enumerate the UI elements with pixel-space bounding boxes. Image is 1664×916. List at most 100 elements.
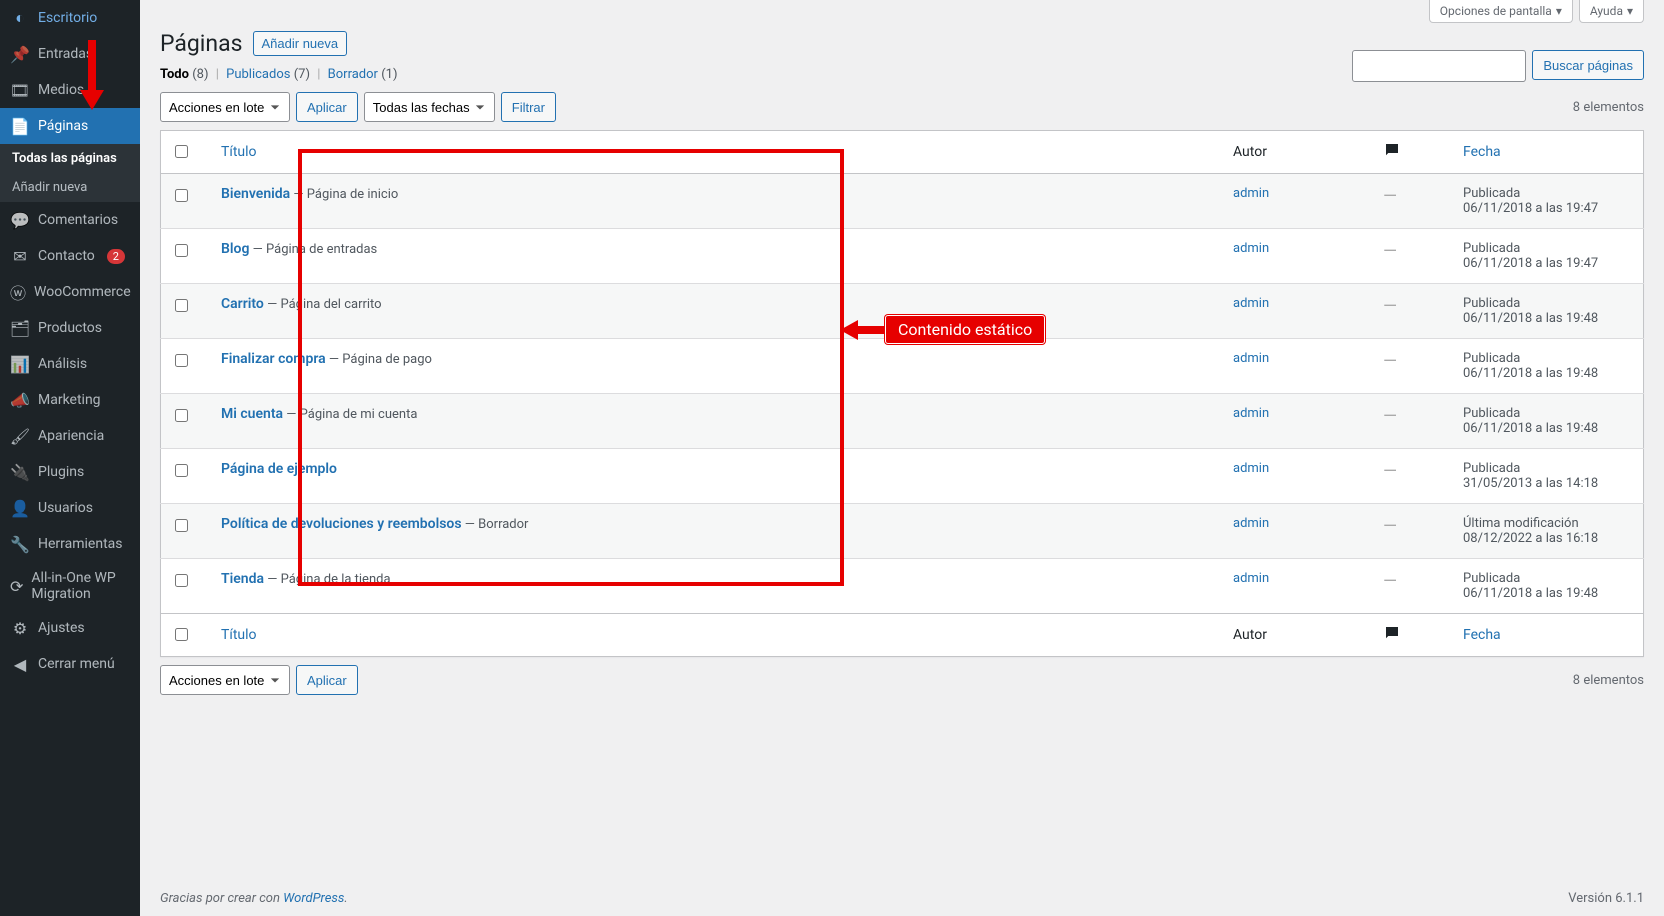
submenu-item[interactable]: Todas las páginas	[0, 144, 140, 173]
col-title[interactable]: Título	[211, 131, 1223, 174]
sidebar-item-dashboard[interactable]: ◐Escritorio	[0, 0, 140, 36]
sidebar-item-appearance[interactable]: 🖌Apariencia	[0, 418, 140, 454]
submenu-item[interactable]: Añadir nueva	[0, 173, 140, 202]
page-title-link[interactable]: Tienda	[221, 571, 264, 587]
col-date[interactable]: Fecha	[1453, 131, 1644, 174]
row-checkbox[interactable]	[175, 354, 188, 367]
comment-icon	[1383, 141, 1401, 159]
sidebar-item-collapse[interactable]: ◀Cerrar menú	[0, 646, 140, 682]
sidebar-item-label: Escritorio	[38, 10, 97, 26]
sidebar-item-label: Apariencia	[38, 428, 104, 444]
table-row: Política de devoluciones y reembolsos — …	[161, 504, 1644, 559]
table-row: Bienvenida — Página de inicio admin — Pu…	[161, 174, 1644, 229]
sidebar-item-mail[interactable]: ✉Contacto2	[0, 238, 140, 274]
filter-button[interactable]: Filtrar	[501, 92, 556, 122]
sidebar-item-megaphone[interactable]: 📣Marketing	[0, 382, 140, 418]
page-title-link[interactable]: Mi cuenta	[221, 406, 283, 422]
sidebar-item-woo[interactable]: ⓦWooCommerce	[0, 274, 140, 310]
author-link[interactable]: admin	[1233, 461, 1269, 476]
col-author[interactable]: Autor	[1223, 131, 1373, 174]
table-row: Mi cuenta — Página de mi cuenta admin — …	[161, 394, 1644, 449]
col-comments[interactable]	[1373, 131, 1453, 174]
page-title-link[interactable]: Página de ejemplo	[221, 461, 337, 477]
row-checkbox[interactable]	[175, 519, 188, 532]
sidebar-item-settings[interactable]: ⚙Ajustes	[0, 610, 140, 646]
search-button[interactable]: Buscar páginas	[1532, 50, 1644, 80]
author-link[interactable]: admin	[1233, 571, 1269, 586]
sidebar-item-label: Usuarios	[38, 500, 93, 516]
apply-button[interactable]: Aplicar	[296, 92, 358, 122]
author-link[interactable]: admin	[1233, 516, 1269, 531]
migration-icon: ⟳	[10, 576, 23, 596]
row-status: Publicada	[1463, 241, 1520, 256]
date-filter-select[interactable]: Todas las fechas	[364, 92, 495, 122]
page-title-link[interactable]: Bienvenida	[221, 186, 290, 202]
sidebar-item-label: Herramientas	[38, 536, 123, 552]
sidebar-item-label: All-in-One WP Migration	[31, 570, 130, 602]
row-status: Publicada	[1463, 406, 1520, 421]
plugins-icon: 🔌	[10, 462, 30, 482]
author-link[interactable]: admin	[1233, 406, 1269, 421]
col-date[interactable]: Fecha	[1453, 614, 1644, 657]
row-checkbox[interactable]	[175, 574, 188, 587]
sidebar-item-tools[interactable]: 🔧Herramientas	[0, 526, 140, 562]
row-status: Publicada	[1463, 186, 1520, 201]
collapse-icon: ◀	[10, 654, 30, 674]
no-comments: —	[1383, 296, 1397, 317]
search-input[interactable]	[1352, 50, 1526, 82]
row-date: 06/11/2018 a las 19:48	[1463, 366, 1598, 381]
page-state: — Página de mi cuenta	[283, 407, 417, 422]
woo-icon: ⓦ	[10, 282, 26, 302]
sidebar-item-media[interactable]: 🎞Medios	[0, 72, 140, 108]
caret-down-icon: ▾	[1627, 4, 1633, 18]
table-row: Tienda — Página de la tienda admin — Pub…	[161, 559, 1644, 614]
page-state: — Página del carrito	[264, 297, 382, 312]
help-button[interactable]: Ayuda ▾	[1579, 0, 1644, 23]
add-new-button[interactable]: Añadir nueva	[253, 31, 348, 56]
sidebar-item-users[interactable]: 👤Usuarios	[0, 490, 140, 526]
no-comments: —	[1383, 241, 1397, 262]
row-checkbox[interactable]	[175, 464, 188, 477]
bulk-actions-select-bottom[interactable]: Acciones en lote	[160, 665, 290, 695]
row-date: 31/05/2013 a las 14:18	[1463, 476, 1598, 491]
sidebar-item-analytics[interactable]: 📊Análisis	[0, 346, 140, 382]
bulk-actions-select[interactable]: Acciones en lote	[160, 92, 290, 122]
page-title-link[interactable]: Política de devoluciones y reembolsos	[221, 516, 462, 532]
sidebar-item-page[interactable]: 📄Páginas	[0, 108, 140, 144]
sidebar-item-comment[interactable]: 💬Comentarios	[0, 202, 140, 238]
sidebar-item-plugins[interactable]: 🔌Plugins	[0, 454, 140, 490]
select-all-checkbox[interactable]	[175, 145, 188, 158]
select-all-checkbox-bottom[interactable]	[175, 628, 188, 641]
row-checkbox[interactable]	[175, 409, 188, 422]
col-comments[interactable]	[1373, 614, 1453, 657]
table-row: Carrito — Página del carrito admin — Pub…	[161, 284, 1644, 339]
row-status: Publicada	[1463, 461, 1520, 476]
author-link[interactable]: admin	[1233, 186, 1269, 201]
page-title-link[interactable]: Blog	[221, 241, 249, 257]
row-checkbox[interactable]	[175, 244, 188, 257]
row-checkbox[interactable]	[175, 189, 188, 202]
sidebar-item-pin[interactable]: 📌Entradas	[0, 36, 140, 72]
page-state: — Página de inicio	[290, 187, 398, 202]
filter-draft[interactable]: Borrador	[328, 67, 378, 82]
author-link[interactable]: admin	[1233, 241, 1269, 256]
screen-options-button[interactable]: Opciones de pantalla ▾	[1429, 0, 1573, 23]
author-link[interactable]: admin	[1233, 351, 1269, 366]
col-title[interactable]: Título	[211, 614, 1223, 657]
apply-button-bottom[interactable]: Aplicar	[296, 665, 358, 695]
filter-published[interactable]: Publicados	[226, 67, 290, 82]
filter-all[interactable]: Todo	[160, 67, 189, 82]
footer-credit: Gracias por crear con WordPress.	[160, 891, 348, 906]
sidebar-item-migration[interactable]: ⟳ All-in-One WP Migration	[0, 562, 140, 610]
row-status: Publicada	[1463, 351, 1520, 366]
col-author[interactable]: Autor	[1223, 614, 1373, 657]
row-date: 06/11/2018 a las 19:47	[1463, 201, 1598, 216]
sidebar-item-product[interactable]: 🗂Productos	[0, 310, 140, 346]
page-title-link[interactable]: Carrito	[221, 296, 264, 312]
admin-sidebar: ◐Escritorio📌Entradas🎞Medios📄PáginasTodas…	[0, 0, 140, 916]
wordpress-link[interactable]: WordPress	[283, 891, 344, 906]
sidebar-item-label: Entradas	[38, 46, 93, 62]
page-title-link[interactable]: Finalizar compra	[221, 351, 326, 367]
row-checkbox[interactable]	[175, 299, 188, 312]
author-link[interactable]: admin	[1233, 296, 1269, 311]
